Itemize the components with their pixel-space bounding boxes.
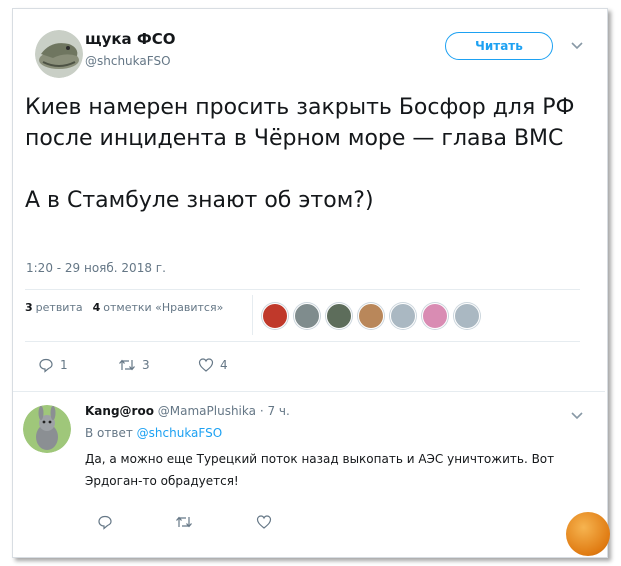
liker-avatar[interactable] — [262, 303, 288, 329]
retweet-action[interactable]: 3 — [118, 357, 150, 373]
reply-text: Да, а можно еще Турецкий поток назад вык… — [85, 452, 555, 488]
likes-stat[interactable]: 4 отметки «Нравится» — [93, 301, 224, 314]
reply-icon — [98, 515, 112, 530]
reply-author-avatar[interactable] — [23, 405, 71, 453]
tweet-stats: 3 ретвита 4 отметки «Нравится» — [25, 301, 223, 314]
follow-button[interactable]: Читать — [445, 32, 553, 60]
stats-separator — [252, 295, 253, 335]
liker-avatar[interactable] — [422, 303, 448, 329]
like-count: 4 — [220, 358, 228, 372]
reply-action[interactable]: 1 — [38, 357, 68, 373]
retweet-count: 3 — [142, 358, 150, 372]
retweet-icon — [176, 516, 192, 528]
reply-author-name[interactable]: Kang@roo — [85, 404, 154, 418]
likers-avatars — [262, 303, 480, 329]
author-name[interactable]: щука ФСО — [85, 30, 176, 48]
reply-author-handle[interactable]: @MamaPlushika — [158, 404, 256, 418]
reply-retweet-action[interactable] — [175, 514, 193, 530]
reply-header: Kang@roo @MamaPlushika · 7 ч. — [85, 404, 290, 418]
like-action[interactable]: 4 — [198, 357, 228, 373]
reply-icon — [39, 358, 53, 373]
reply-count: 1 — [60, 358, 68, 372]
liker-avatar[interactable] — [326, 303, 352, 329]
reply-like-action[interactable] — [256, 514, 272, 530]
retweet-icon — [119, 359, 135, 371]
reply-time[interactable]: · 7 ч. — [260, 404, 290, 418]
heart-icon — [198, 358, 214, 372]
reply-to-handle[interactable]: @shchukaFSO — [137, 426, 223, 440]
tweet-text: Киев намерен просить закрыть Босфор для … — [25, 95, 575, 213]
divider — [13, 391, 605, 392]
author-avatar[interactable] — [35, 30, 83, 78]
liker-avatar[interactable] — [294, 303, 320, 329]
reply-to-line: В ответ @shchukaFSO — [85, 426, 223, 440]
retweets-stat[interactable]: 3 ретвита — [25, 301, 83, 314]
chevron-down-icon[interactable] — [570, 38, 584, 52]
heart-icon — [256, 515, 272, 529]
divider — [25, 341, 580, 342]
site-watermark-logo — [566, 512, 610, 556]
liker-avatar[interactable] — [454, 303, 480, 329]
chevron-down-icon[interactable] — [570, 408, 584, 422]
tweet-timestamp[interactable]: 1:20 - 29 нояб. 2018 г. — [26, 261, 166, 275]
liker-avatar[interactable] — [390, 303, 416, 329]
reply-reply-action[interactable] — [97, 514, 113, 530]
divider — [25, 289, 580, 290]
author-handle[interactable]: @shchukaFSO — [85, 54, 171, 68]
liker-avatar[interactable] — [358, 303, 384, 329]
